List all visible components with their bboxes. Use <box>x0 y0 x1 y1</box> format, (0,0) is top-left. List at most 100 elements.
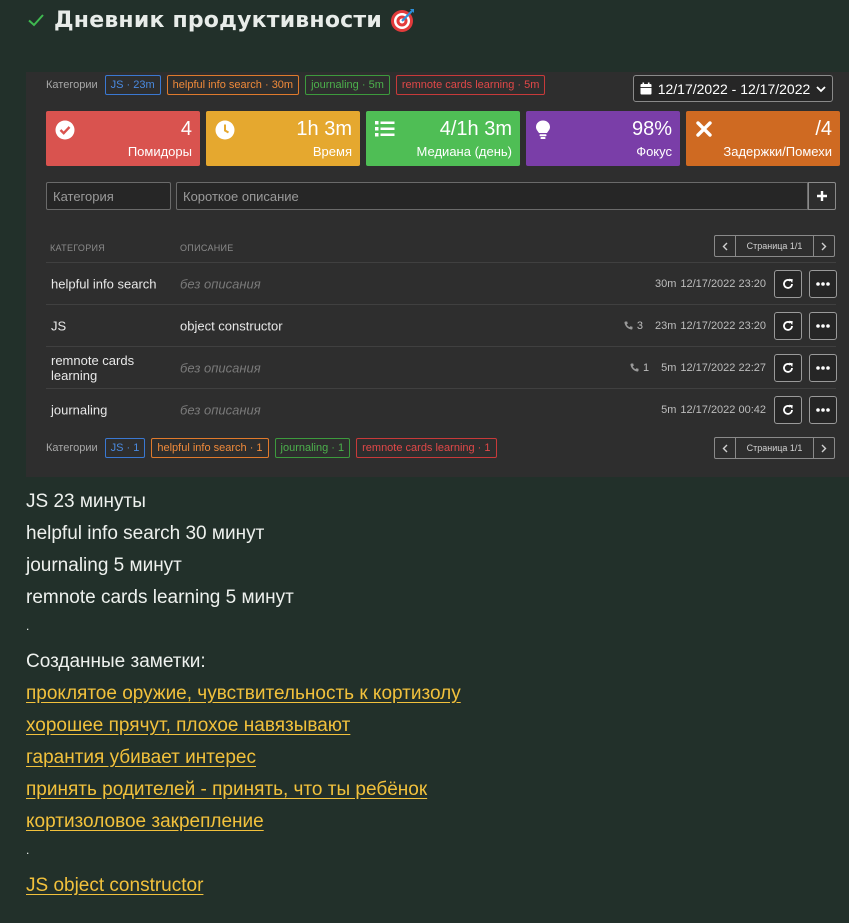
tag-journaling-count[interactable]: journaling · 1 <box>274 438 351 458</box>
stat-label: Медиана (день) <box>416 144 512 159</box>
row-meta: 1 5m 12/17/2022 22:27 <box>630 362 766 374</box>
table-row: journaling без описания 5m 12/17/2022 00… <box>46 388 837 430</box>
row-interruptions: 3 <box>636 319 643 332</box>
summary-line: JS 23 минуты <box>26 491 146 512</box>
row-category: helpful info search <box>51 276 157 291</box>
redo-icon <box>783 278 793 289</box>
category-input[interactable] <box>46 182 171 210</box>
prev-page-button[interactable] <box>715 438 735 458</box>
description-input[interactable] <box>176 182 808 210</box>
ellipsis-icon <box>816 323 830 328</box>
stats-row: 4 Помидоры 1h 3m Время 4/1h 3m Медиана (… <box>46 111 840 166</box>
tag-remnote-cards-learning[interactable]: remnote cards learning · 5m <box>395 75 546 95</box>
note-link[interactable]: принять родителей - принять, что ты ребё… <box>26 779 427 800</box>
restart-button[interactable] <box>774 311 802 340</box>
row-description: без описания <box>180 360 261 375</box>
chevron-right-icon <box>821 242 827 250</box>
row-interruptions: 1 <box>642 361 650 374</box>
pagination-bottom: Страница 1/1 <box>714 437 835 459</box>
row-datetime: 12/17/2022 22:27 <box>680 361 766 374</box>
tag-remnote-cards-learning-count[interactable]: remnote cards learning · 1 <box>356 438 497 458</box>
note-link[interactable]: кортизоловое закрепление <box>26 811 264 832</box>
row-description: без описания <box>180 402 261 417</box>
stat-interruptions: /4 Задержки/Помехи <box>686 111 840 166</box>
entries-table: helpful info search без описания 30m 12/… <box>46 262 837 430</box>
page-info: Страница 1/1 <box>735 438 814 458</box>
row-meta: 5m 12/17/2022 00:42 <box>661 404 766 416</box>
note-link[interactable]: хорошее прячут, плохое навязывают <box>26 715 350 736</box>
note-link[interactable]: гарантия убивает интерес <box>26 747 256 768</box>
check-circle-icon <box>55 120 75 140</box>
row-duration: 30m <box>654 277 677 290</box>
chevron-right-icon <box>821 444 827 452</box>
summary-line: helpful info search 30 минут <box>26 523 265 544</box>
restart-button[interactable] <box>774 353 802 382</box>
tag-journaling[interactable]: journaling · 5m <box>305 75 390 95</box>
categories-label: Категории <box>46 442 98 454</box>
tag-helpful-info-search[interactable]: helpful info search · 30m <box>166 75 300 95</box>
add-entry-button[interactable] <box>808 182 836 210</box>
more-button[interactable] <box>809 353 837 382</box>
row-duration: 23m <box>654 319 677 332</box>
stat-value: 4/1h 3m <box>439 118 512 140</box>
tag-js-count[interactable]: JS · 1 <box>104 438 146 458</box>
restart-button[interactable] <box>774 269 802 298</box>
tag-js[interactable]: JS · 23m <box>104 75 161 95</box>
row-datetime: 12/17/2022 23:20 <box>680 319 766 332</box>
note-link[interactable]: проклятое оружие, чувствительность к кор… <box>26 683 461 704</box>
check-icon <box>28 14 44 27</box>
prev-page-button[interactable] <box>715 236 735 256</box>
chevron-down-icon <box>816 85 826 92</box>
js-note-link[interactable]: JS object constructor <box>26 875 203 896</box>
row-datetime: 12/17/2022 23:20 <box>680 277 766 290</box>
row-description: без описания <box>180 276 261 291</box>
more-button[interactable] <box>809 269 837 298</box>
ellipsis-icon <box>816 407 830 412</box>
table-row: remnote cards learning без описания 1 5m… <box>46 346 837 388</box>
stat-time: 1h 3m Время <box>206 111 360 166</box>
next-page-button[interactable] <box>814 438 834 458</box>
chevron-left-icon <box>722 242 728 250</box>
column-description: ОПИСАНИЕ <box>180 243 234 253</box>
stat-label: Фокус <box>636 144 672 159</box>
row-datetime: 12/17/2022 00:42 <box>680 403 766 416</box>
restart-button[interactable] <box>774 395 802 424</box>
stat-label: Время <box>312 144 352 159</box>
separator: . <box>26 619 30 633</box>
new-entry-form <box>46 182 836 210</box>
stat-median: 4/1h 3m Медиана (день) <box>366 111 520 166</box>
row-meta: 30m 12/17/2022 23:20 <box>655 278 766 290</box>
tag-helpful-info-search-count[interactable]: helpful info search · 1 <box>151 438 269 458</box>
separator: . <box>26 843 30 857</box>
ellipsis-icon <box>816 281 830 286</box>
productivity-widget: Категории JS · 23m helpful info search ·… <box>26 72 849 477</box>
phone-icon <box>630 363 639 372</box>
page-header: Дневник продуктивности <box>26 6 416 34</box>
notes-heading: Созданные заметки: <box>26 651 206 672</box>
row-category: remnote cards learning <box>51 352 135 383</box>
redo-icon <box>783 320 793 331</box>
more-button[interactable] <box>809 311 837 340</box>
list-icon <box>375 121 395 137</box>
x-icon <box>696 121 712 137</box>
categories-label: Категории <box>46 79 98 91</box>
stat-value: 1h 3m <box>296 118 352 140</box>
row-duration: 5m <box>661 361 677 374</box>
next-page-button[interactable] <box>814 236 834 256</box>
table-row: helpful info search без описания 30m 12/… <box>46 262 837 304</box>
redo-icon <box>783 362 793 373</box>
stat-label: Помидоры <box>127 144 192 159</box>
redo-icon <box>783 404 793 415</box>
row-description: object constructor <box>180 318 283 333</box>
column-category: КАТЕГОРИЯ <box>50 243 106 253</box>
stat-focus: 98% Фокус <box>526 111 680 166</box>
more-button[interactable] <box>809 395 837 424</box>
chevron-left-icon <box>722 444 728 452</box>
date-range-button[interactable]: 12/17/2022 - 12/17/2022 <box>633 75 833 102</box>
summary-line: journaling 5 минут <box>26 555 182 576</box>
stat-value: 4 <box>180 118 192 140</box>
row-meta: 3 23m 12/17/2022 23:20 <box>624 320 766 332</box>
stat-pomodoros: 4 Помидоры <box>46 111 200 166</box>
page-title: Дневник продуктивности <box>54 7 382 33</box>
plus-icon <box>817 191 827 201</box>
